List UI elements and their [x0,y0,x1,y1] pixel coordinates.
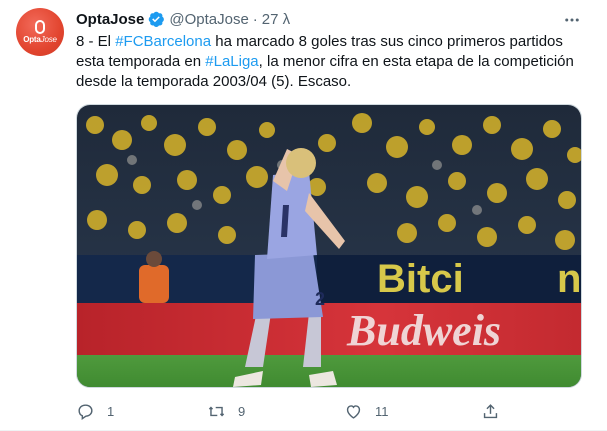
tweet-header: OptaJose @OptaJose · 27 λ [76,9,290,29]
avatar-label: OptaJose [23,35,57,44]
tweet-text-segment: 8 - El [76,33,116,50]
ad-board-text: Budweis [346,306,501,355]
retweet-icon [208,406,225,416]
player-number-text: 2 [315,289,325,309]
like-button[interactable]: 11 [344,400,389,422]
more-options-button[interactable] [560,8,584,32]
share-button[interactable] [481,400,500,422]
tweet-actions: 1 9 11 [76,400,506,422]
stadium-photo: Bitci n Budweis 2 [77,105,581,387]
board-brand-text: Bitci [377,257,464,301]
reply-button[interactable]: 1 [76,400,114,422]
tweet-timestamp[interactable]: 27 λ [262,11,290,28]
avatar[interactable]: OptaJose [16,8,64,56]
hashtag-fcbarcelona[interactable]: #FCBarcelona [115,33,211,50]
share-icon [483,403,498,418]
tweet-text: 8 - El #FCBarcelona ha marcado 8 goles t… [76,32,591,92]
hashtag-laliga[interactable]: #LaLiga [205,53,258,70]
reply-icon [78,403,93,420]
like-count: 11 [375,403,389,419]
retweet-count: 9 [238,403,246,419]
more-dots-icon [565,18,579,22]
opta-logo-icon [35,20,45,34]
tweet-card[interactable]: OptaJose OptaJose @OptaJose · 27 λ 8 - E… [0,0,607,431]
heart-icon [346,404,361,419]
separator-dot: · [252,10,258,28]
retweet-button[interactable]: 9 [207,400,245,422]
board-partial-text: n [557,257,581,301]
reply-count: 1 [107,403,115,419]
verified-badge-icon [149,11,165,27]
tweet-photo[interactable]: Bitci n Budweis 2 [76,104,582,388]
author-name[interactable]: OptaJose [76,11,144,28]
author-handle[interactable]: @OptaJose [169,11,248,28]
